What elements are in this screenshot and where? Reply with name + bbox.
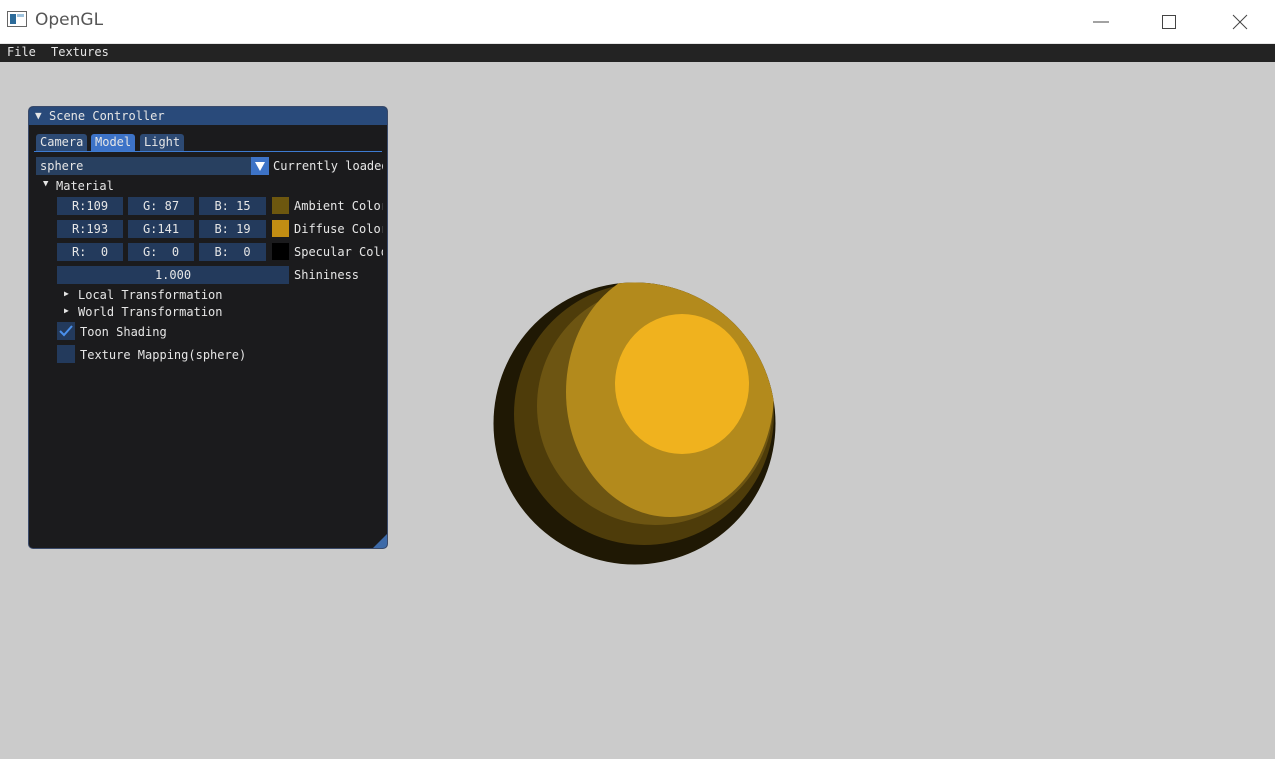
tab-camera[interactable]: Camera bbox=[36, 134, 88, 151]
toon-shading-label: Toon Shading bbox=[80, 325, 167, 339]
specular-color-label: Specular Color bbox=[294, 245, 383, 259]
shininess-label: Shininess bbox=[294, 268, 360, 282]
material-expand-icon[interactable]: ▼ bbox=[43, 179, 48, 189]
minimize-icon bbox=[1093, 21, 1109, 22]
maximize-button[interactable] bbox=[1134, 0, 1204, 43]
diffuse-b-field[interactable]: B: 19 bbox=[199, 220, 266, 238]
diffuse-g-field[interactable]: G:141 bbox=[128, 220, 194, 238]
texture-mapping-label: Texture Mapping(sphere) bbox=[80, 348, 247, 362]
panel-content: Camera Model Light sphere Currently load… bbox=[29, 107, 383, 548]
ambient-color-label: Ambient Color bbox=[294, 199, 383, 213]
world-transformation-node[interactable]: World Transformation bbox=[78, 305, 223, 319]
app-icon bbox=[7, 11, 27, 27]
panel-resize-grip[interactable] bbox=[373, 534, 387, 548]
model-select[interactable]: sphere bbox=[36, 157, 268, 175]
local-transformation-node[interactable]: Local Transformation bbox=[78, 288, 223, 302]
title-bar: OpenGL bbox=[0, 0, 1275, 44]
ambient-b-field[interactable]: B: 15 bbox=[199, 197, 266, 215]
specular-g-field[interactable]: G: 0 bbox=[128, 243, 194, 261]
specular-b-field[interactable]: B: 0 bbox=[199, 243, 266, 261]
ambient-g-field[interactable]: G: 87 bbox=[128, 197, 194, 215]
close-icon bbox=[1232, 14, 1248, 29]
local-transform-expand-icon[interactable]: ▶ bbox=[64, 289, 69, 298]
ambient-r-field[interactable]: R:109 bbox=[57, 197, 123, 215]
minimize-button[interactable] bbox=[1066, 0, 1136, 43]
maximize-icon bbox=[1162, 14, 1176, 29]
ambient-color-swatch[interactable] bbox=[272, 197, 289, 214]
toon-shading-checkbox[interactable] bbox=[57, 322, 75, 340]
menu-bar: File Textures bbox=[0, 44, 1275, 62]
texture-mapping-checkbox[interactable] bbox=[57, 345, 75, 363]
world-transform-expand-icon[interactable]: ▶ bbox=[64, 306, 69, 315]
close-button[interactable] bbox=[1205, 0, 1275, 43]
menu-file[interactable]: File bbox=[7, 45, 36, 59]
model-select-value: sphere bbox=[40, 159, 84, 173]
window-title: OpenGL bbox=[35, 10, 104, 30]
model-select-dropdown-button[interactable] bbox=[251, 157, 269, 175]
specular-color-swatch[interactable] bbox=[272, 243, 289, 260]
currently-loaded-label: Currently loaded bbox=[273, 159, 383, 173]
menu-textures[interactable]: Textures bbox=[51, 45, 109, 59]
tab-model[interactable]: Model bbox=[91, 134, 136, 151]
specular-r-field[interactable]: R: 0 bbox=[57, 243, 123, 261]
material-header[interactable]: Material bbox=[56, 179, 114, 193]
tab-underline bbox=[34, 151, 382, 152]
checkmark-icon bbox=[59, 325, 73, 337]
dropdown-arrow-icon bbox=[255, 161, 265, 171]
rendered-sphere bbox=[493, 282, 776, 565]
scene-controller-panel: ▼ Scene Controller Camera Model Light sp… bbox=[28, 106, 388, 549]
diffuse-color-swatch[interactable] bbox=[272, 220, 289, 237]
shininess-slider[interactable]: 1.000 bbox=[57, 266, 289, 284]
tab-light[interactable]: Light bbox=[140, 134, 185, 151]
diffuse-r-field[interactable]: R:193 bbox=[57, 220, 123, 238]
diffuse-color-label: Diffuse Color bbox=[294, 222, 383, 236]
